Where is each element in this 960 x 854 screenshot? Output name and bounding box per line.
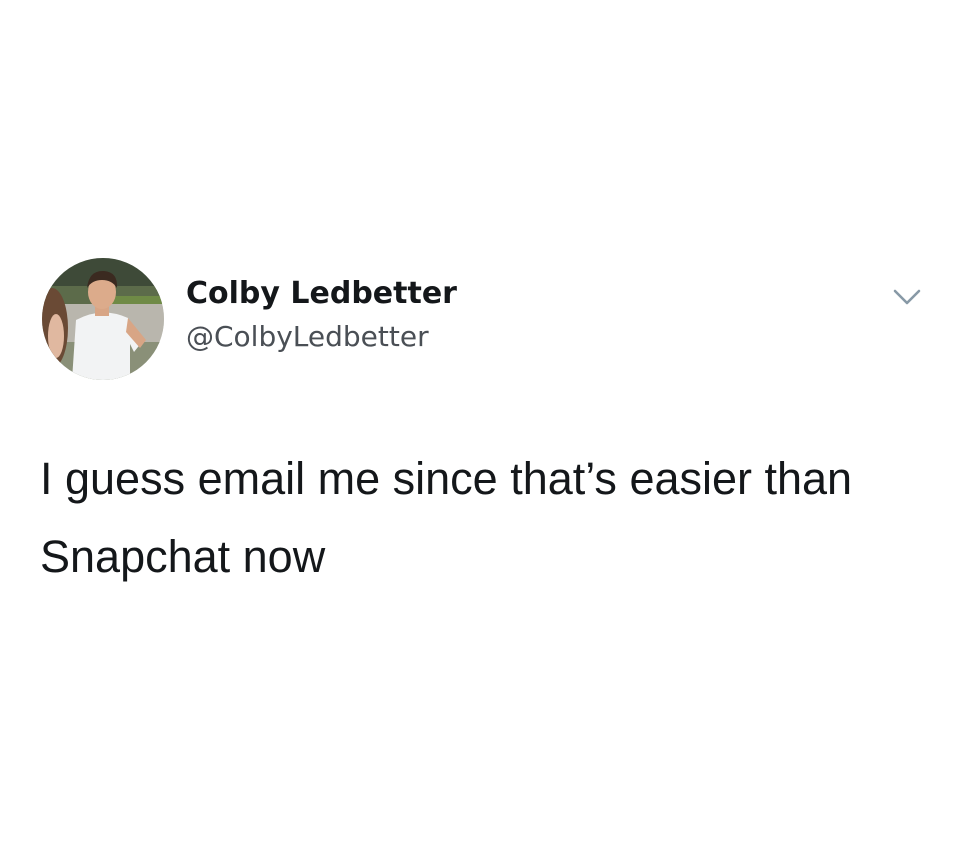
- tweet-card: Colby Ledbetter @ColbyLedbetter I guess …: [0, 0, 960, 854]
- user-handle[interactable]: @ColbyLedbetter: [186, 320, 429, 354]
- chevron-down-icon[interactable]: [890, 284, 924, 310]
- avatar-photo: [42, 258, 164, 380]
- tweet-text: I guess email me since that’s easier tha…: [40, 440, 940, 596]
- tweet-text-line-1: I guess email me since that’s easier tha…: [40, 453, 853, 504]
- avatar[interactable]: [42, 258, 164, 380]
- display-name[interactable]: Colby Ledbetter: [186, 276, 457, 312]
- tweet-text-line-2: Snapchat now: [40, 531, 326, 582]
